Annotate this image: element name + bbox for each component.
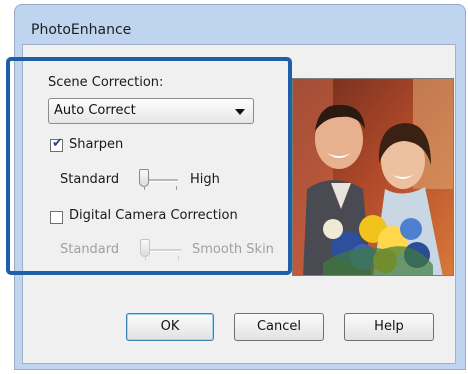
camera-correction-slider-thumb[interactable]	[140, 239, 150, 257]
sharpen-slider-thumb[interactable]	[139, 169, 149, 187]
sharpen-slider-tick	[176, 186, 177, 190]
sharpen-slider-tick	[144, 186, 145, 190]
scene-correction-value: Auto Correct	[54, 103, 136, 118]
help-button[interactable]: Help	[344, 313, 434, 341]
ok-button[interactable]: OK	[126, 313, 214, 341]
cancel-button[interactable]: Cancel	[234, 313, 324, 341]
sharpen-label: Sharpen	[69, 137, 124, 152]
scene-correction-select[interactable]: Auto Correct	[48, 98, 254, 124]
window-title: PhotoEnhance	[31, 22, 132, 38]
sharpen-min-label: Standard	[60, 172, 120, 187]
checkmark-icon: ✔	[52, 136, 63, 151]
digital-camera-correction-label: Digital Camera Correction	[69, 208, 238, 223]
chevron-down-icon	[235, 109, 245, 115]
camera-correction-max-label: Smooth Skin	[192, 242, 274, 257]
camera-correction-slider-tick	[145, 256, 146, 260]
preview-photo-illustration	[293, 79, 453, 275]
camera-correction-min-label: Standard	[60, 242, 120, 257]
sharpen-max-label: High	[190, 172, 220, 187]
preview-image	[292, 78, 454, 276]
sharpen-checkbox[interactable]: ✔	[50, 136, 63, 152]
digital-camera-correction-checkbox[interactable]	[50, 211, 63, 224]
camera-correction-slider-tick	[178, 256, 179, 260]
scene-correction-label: Scene Correction:	[48, 75, 164, 90]
